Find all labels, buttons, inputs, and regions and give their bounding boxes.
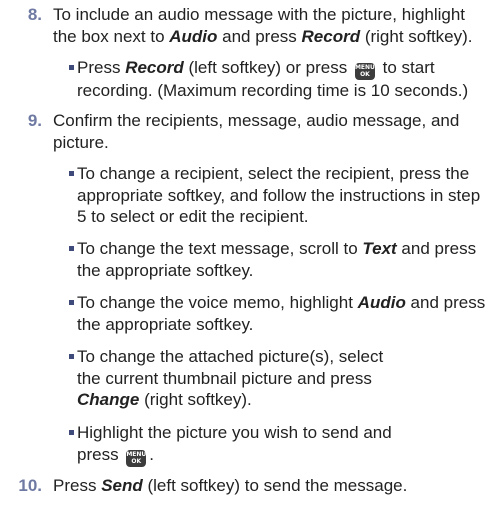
sub-step-text: To change the attached picture(s), selec…: [77, 347, 384, 409]
sub-step: To change the voice memo, highlight Audi…: [0, 292, 496, 335]
step-text: To include an audio message with the pic…: [53, 5, 473, 46]
step-text: Confirm the recipients, message, audio m…: [53, 111, 460, 152]
step-9: 9. Confirm the recipients, message, audi…: [0, 110, 496, 153]
menu-ok-key-icon: MENU OK: [354, 63, 375, 80]
bullet-icon: [69, 354, 74, 359]
sub-step-text: To change the text message, scroll to Te…: [77, 239, 477, 280]
sub-step-text: To change a recipient, select the recipi…: [77, 164, 481, 226]
sub-step-text: Highlight the picture you wish to send a…: [77, 423, 392, 467]
sub-step: Press Record (left softkey) or press MEN…: [0, 57, 496, 102]
step-10: 10. Press Send (left softkey) to send th…: [0, 475, 496, 497]
menu-ok-key-icon: MENU OK: [126, 449, 147, 467]
sub-step-text: Press Record (left softkey) or press MEN…: [77, 58, 469, 100]
step-number: 9.: [27, 111, 42, 130]
bullet-icon: [69, 300, 74, 305]
sub-step-text: To change the voice memo, highlight Audi…: [77, 293, 486, 334]
step-text: Press Send (left softkey) to send the me…: [53, 476, 408, 495]
step-number: 8.: [27, 5, 42, 24]
bullet-icon: [69, 430, 74, 435]
bullet-icon: [69, 171, 74, 176]
bullet-icon: [69, 246, 74, 251]
bullet-icon: [69, 65, 74, 70]
sub-step: To change the text message, scroll to Te…: [0, 238, 496, 281]
sub-step: To change a recipient, select the recipi…: [0, 163, 496, 228]
step-number: 10.: [18, 476, 42, 495]
step-8: 8. To include an audio message with the …: [0, 4, 496, 47]
sub-step: To change the attached picture(s), selec…: [0, 346, 496, 411]
sub-step: Highlight the picture you wish to send a…: [0, 422, 496, 467]
manual-page: 8. To include an audio message with the …: [0, 0, 496, 525]
